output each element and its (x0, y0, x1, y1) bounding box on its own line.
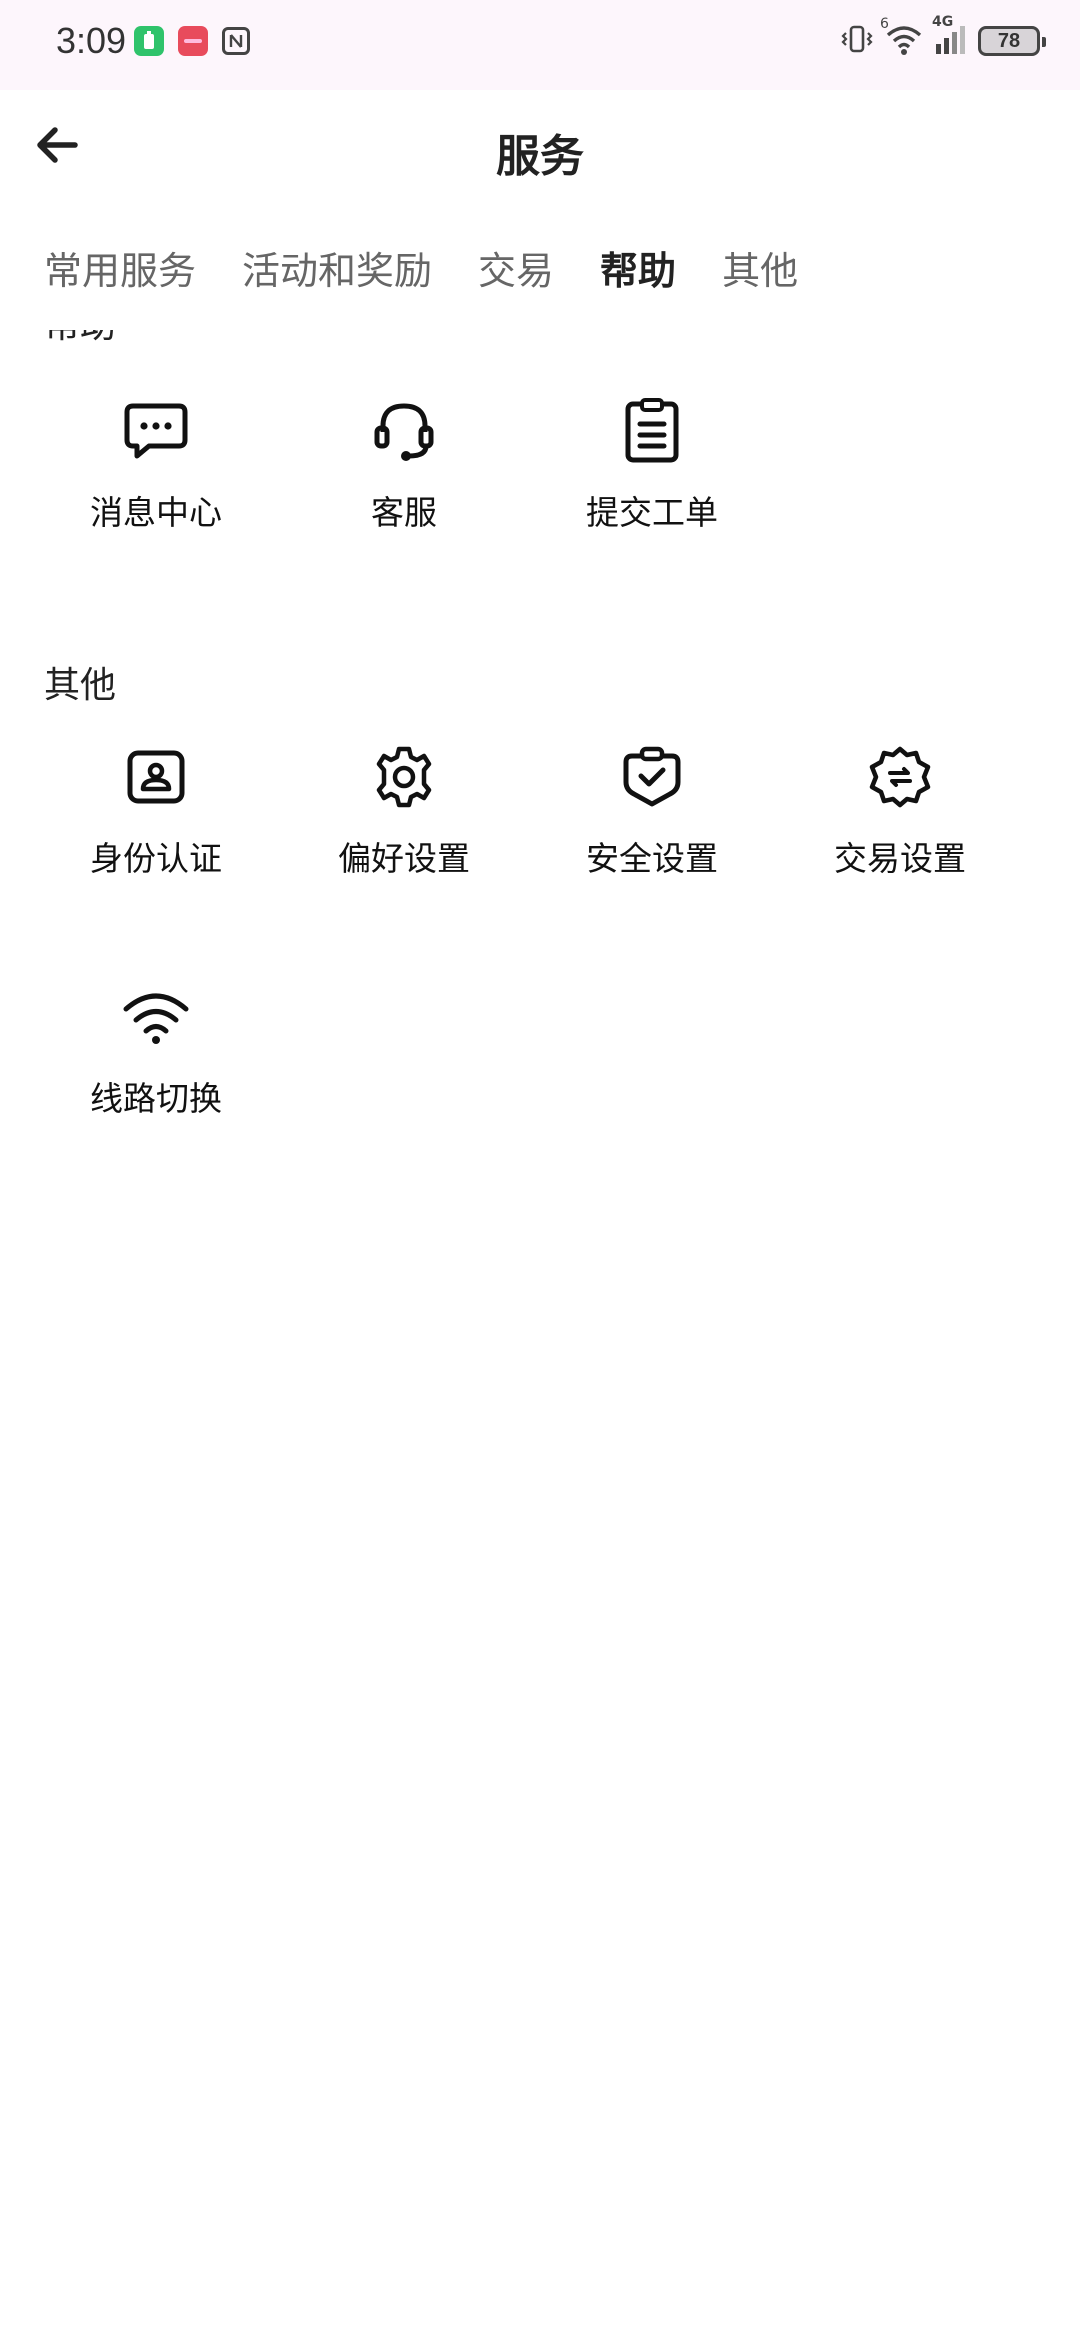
service-item-message-center[interactable]: 消息中心 (32, 396, 280, 546)
tab-common-services[interactable]: 常用服务 (44, 240, 196, 295)
wifi-status-icon: 6 (880, 16, 924, 60)
content-scroll-area[interactable]: 帮助 消息中心 客服 提交工单 其他 (0, 330, 1080, 2331)
message-icon (121, 396, 191, 466)
service-item-preferences[interactable]: 偏好设置 (280, 742, 528, 892)
item-label: 身份认证 (90, 839, 222, 878)
service-item-line-switch[interactable]: 线路切换 (32, 982, 280, 1132)
wifi-icon (121, 982, 191, 1052)
vibrate-icon (840, 22, 874, 60)
item-label: 客服 (371, 493, 437, 532)
section-title-other: 其他 (44, 665, 117, 706)
item-label: 消息中心 (90, 493, 222, 532)
status-time: 3:09 (56, 20, 127, 61)
battery-level: 78 (997, 29, 1021, 52)
page-title: 服务 (496, 131, 584, 182)
network-type-label: 4G (932, 14, 954, 30)
status-bar: 3:09 6 4G 78 (0, 0, 1080, 90)
trade-settings-icon (865, 742, 935, 812)
service-item-security-settings[interactable]: 安全设置 (528, 742, 776, 892)
item-label: 提交工单 (586, 493, 718, 532)
service-item-identity-verification[interactable]: 身份认证 (32, 742, 280, 892)
tab-other[interactable]: 其他 (722, 240, 798, 295)
gear-icon (369, 742, 439, 812)
header: 服务 (0, 90, 1080, 210)
battery-icon: 78 (978, 26, 1046, 56)
app-notification-icon (178, 26, 208, 56)
app-notification-icon (134, 26, 164, 56)
tab-bar: 常用服务 活动和奖励 交易 帮助 其他 (44, 240, 798, 295)
item-label: 安全设置 (586, 839, 718, 878)
service-item-submit-ticket[interactable]: 提交工单 (528, 396, 776, 546)
section-title-help: 帮助 (44, 330, 116, 348)
item-label: 线路切换 (90, 1079, 222, 1118)
service-item-customer-service[interactable]: 客服 (280, 396, 528, 546)
wifi-badge: 6 (880, 16, 889, 32)
service-item-trading-settings[interactable]: 交易设置 (776, 742, 1024, 892)
signal-icon: 4G (932, 14, 968, 60)
shield-check-icon (617, 742, 687, 812)
item-label: 交易设置 (834, 839, 966, 878)
tab-activities-rewards[interactable]: 活动和奖励 (242, 240, 432, 295)
tab-trading[interactable]: 交易 (478, 240, 554, 295)
id-card-icon (121, 742, 191, 812)
headset-icon (369, 396, 439, 466)
nfc-icon (222, 27, 250, 55)
tab-help[interactable]: 帮助 (600, 240, 676, 295)
item-label: 偏好设置 (338, 839, 470, 878)
clipboard-icon (617, 396, 687, 466)
